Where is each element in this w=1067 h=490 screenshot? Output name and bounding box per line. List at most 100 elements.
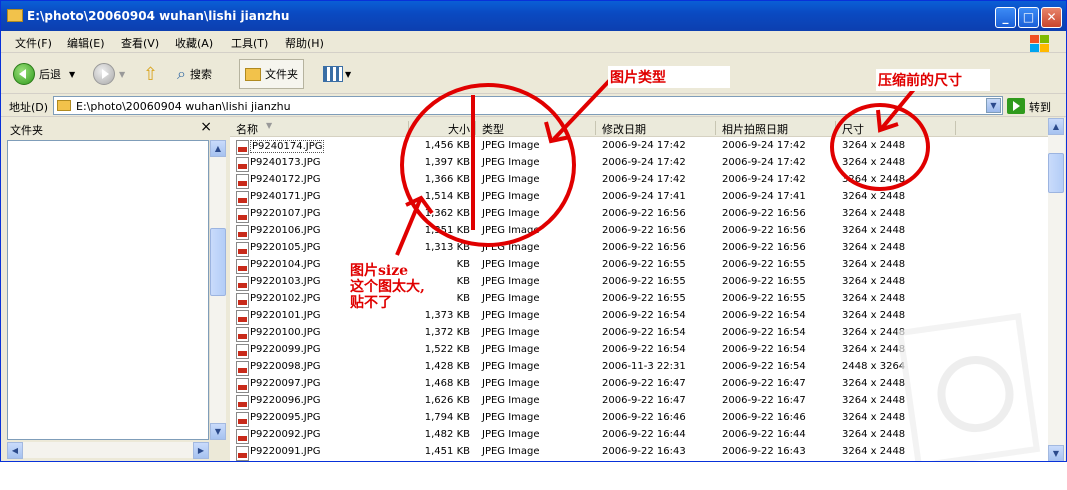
scroll-right-icon[interactable]: ▶ bbox=[193, 442, 209, 459]
file-taken: 2006-9-22 16:54 bbox=[722, 361, 806, 372]
maximize-button[interactable]: □ bbox=[1018, 7, 1039, 28]
file-dimensions: 3264 x 2448 bbox=[842, 327, 906, 338]
folder-pane: 文件夹 × ▲ ▼ ◀ ▶ bbox=[2, 118, 226, 461]
back-label: 后退 bbox=[39, 68, 61, 81]
menu-favorites[interactable]: 收藏(A) bbox=[175, 35, 213, 51]
scroll-thumb[interactable] bbox=[210, 228, 226, 296]
file-size: 1,522 KB bbox=[424, 344, 470, 355]
minimize-button[interactable]: _ bbox=[995, 7, 1016, 28]
file-taken: 2006-9-22 16:47 bbox=[722, 378, 806, 389]
address-value: E:\photo\20060904 wuhan\lishi jianzhu bbox=[76, 100, 291, 113]
file-modified: 2006-9-22 16:54 bbox=[602, 310, 686, 321]
jpeg-file-icon bbox=[236, 259, 249, 274]
go-arrow-icon[interactable] bbox=[1007, 98, 1025, 114]
back-dropdown-icon[interactable]: ▼ bbox=[69, 70, 75, 79]
folder-tree-hscroll[interactable]: ◀ ▶ bbox=[7, 442, 209, 459]
views-icon bbox=[323, 66, 343, 82]
file-type: JPEG Image bbox=[482, 327, 540, 338]
col-type[interactable]: 类型 bbox=[482, 121, 504, 137]
file-dimensions: 3264 x 2448 bbox=[842, 208, 906, 219]
col-modified[interactable]: 修改日期 bbox=[602, 121, 646, 137]
file-size: 1,351 KB bbox=[424, 225, 470, 236]
file-dimensions: 3264 x 2448 bbox=[842, 276, 906, 287]
jpeg-file-icon bbox=[236, 140, 249, 155]
file-modified: 2006-9-22 16:47 bbox=[602, 395, 686, 406]
menu-view[interactable]: 查看(V) bbox=[121, 35, 159, 51]
windows-logo-icon bbox=[1030, 35, 1050, 53]
views-button[interactable]: ▼ bbox=[323, 59, 351, 89]
file-size: 1,397 KB bbox=[424, 157, 470, 168]
table-row[interactable]: P9220106.JPG 1,351 KB JPEG Image 2006-9-22 … bbox=[230, 223, 1048, 240]
folder-tree-vscroll[interactable]: ▲ ▼ bbox=[209, 140, 226, 440]
file-size: 1,428 KB bbox=[424, 361, 470, 372]
file-taken: 2006-9-22 16:55 bbox=[722, 293, 806, 304]
jpeg-file-icon bbox=[236, 378, 249, 393]
table-row[interactable]: P9220107.JPG 1,362 KB JPEG Image 2006-9-22 … bbox=[230, 206, 1048, 223]
file-taken: 2006-9-22 16:54 bbox=[722, 310, 806, 321]
file-modified: 2006-9-22 16:43 bbox=[602, 446, 686, 457]
table-row[interactable]: P9240171.JPG 1,514 KB JPEG Image 2006-9-24 … bbox=[230, 189, 1048, 206]
file-dimensions: 3264 x 2448 bbox=[842, 378, 906, 389]
col-name[interactable]: 名称 bbox=[236, 121, 258, 137]
file-modified: 2006-9-22 16:55 bbox=[602, 259, 686, 270]
scroll-left-icon[interactable]: ◀ bbox=[7, 442, 23, 459]
scroll-up-icon[interactable]: ▲ bbox=[210, 140, 226, 157]
col-separator[interactable] bbox=[408, 121, 409, 135]
col-separator[interactable] bbox=[835, 121, 836, 135]
file-size: 1,372 KB bbox=[424, 327, 470, 338]
file-type: JPEG Image bbox=[482, 242, 540, 253]
jpeg-file-icon bbox=[236, 174, 249, 189]
folder-pane-close-icon[interactable]: × bbox=[200, 119, 212, 135]
table-row[interactable]: P9240173.JPG 1,397 KB JPEG Image 2006-9-24 … bbox=[230, 155, 1048, 172]
col-separator[interactable] bbox=[475, 121, 476, 135]
file-size: 1,313 KB bbox=[424, 242, 470, 253]
col-separator[interactable] bbox=[595, 121, 596, 135]
file-type: JPEG Image bbox=[482, 276, 540, 287]
file-dimensions: 3264 x 2448 bbox=[842, 242, 906, 253]
address-dropdown-icon[interactable]: ▼ bbox=[986, 98, 1001, 113]
scroll-down-icon[interactable]: ▼ bbox=[210, 423, 226, 440]
file-taken: 2006-9-24 17:42 bbox=[722, 140, 806, 151]
file-name: P9220100.JPG bbox=[250, 327, 321, 338]
col-separator[interactable] bbox=[715, 121, 716, 135]
col-separator[interactable] bbox=[955, 121, 956, 135]
back-button[interactable]: 后退 ▼ bbox=[13, 59, 75, 89]
menu-edit[interactable]: 编辑(E) bbox=[67, 35, 105, 51]
file-size: 1,626 KB bbox=[424, 395, 470, 406]
scroll-thumb[interactable] bbox=[1048, 153, 1064, 193]
go-button[interactable]: 转到 bbox=[1029, 99, 1051, 115]
menu-help[interactable]: 帮助(H) bbox=[285, 35, 324, 51]
file-list-vscroll[interactable]: ▲ ▼ bbox=[1048, 118, 1065, 461]
forward-dropdown-icon[interactable]: ▼ bbox=[119, 70, 125, 79]
folder-icon bbox=[7, 9, 23, 22]
file-modified: 2006-9-22 16:54 bbox=[602, 344, 686, 355]
file-type: JPEG Image bbox=[482, 157, 540, 168]
folder-pane-title: 文件夹 bbox=[10, 124, 43, 137]
up-folder-button[interactable]: ⇧ bbox=[143, 59, 158, 89]
scroll-up-icon[interactable]: ▲ bbox=[1048, 118, 1064, 135]
file-name: P9240172.JPG bbox=[250, 174, 321, 185]
col-taken[interactable]: 相片拍照日期 bbox=[722, 121, 788, 137]
title-bar[interactable]: E:\photo\20060904 wuhan\lishi jianzhu _ … bbox=[1, 1, 1066, 31]
file-name: P9220092.JPG bbox=[250, 429, 321, 440]
folder-tree[interactable] bbox=[7, 140, 209, 440]
forward-arrow-icon bbox=[93, 63, 115, 85]
file-taken: 2006-9-22 16:55 bbox=[722, 276, 806, 287]
address-input[interactable]: E:\photo\20060904 wuhan\lishi jianzhu ▼ bbox=[53, 96, 1003, 115]
menu-file[interactable]: 文件(F) bbox=[15, 35, 52, 51]
folder-pane-header: 文件夹 × bbox=[2, 118, 224, 138]
table-row[interactable]: P9240174.JPG 1,456 KB JPEG Image 2006-9-24 … bbox=[230, 138, 1048, 155]
forward-button[interactable]: ▼ bbox=[93, 59, 125, 89]
column-header: 名称 ▼ 大小 类型 修改日期 相片拍照日期 尺寸 bbox=[230, 118, 1048, 137]
file-size: 1,468 KB bbox=[424, 378, 470, 389]
file-name: P9220098.JPG bbox=[250, 361, 321, 372]
scroll-down-icon[interactable]: ▼ bbox=[1048, 445, 1064, 461]
menu-tools[interactable]: 工具(T) bbox=[231, 35, 268, 51]
col-size[interactable]: 大小 bbox=[448, 121, 470, 137]
table-row[interactable]: P9220105.JPG 1,313 KB JPEG Image 2006-9-22 … bbox=[230, 240, 1048, 257]
folders-button[interactable]: 文件夹 bbox=[239, 59, 304, 89]
col-dimensions[interactable]: 尺寸 bbox=[842, 121, 864, 137]
search-button[interactable]: ⌕ 搜索 bbox=[177, 59, 212, 89]
close-button[interactable]: ✕ bbox=[1041, 7, 1062, 28]
table-row[interactable]: P9240172.JPG 1,366 KB JPEG Image 2006-9-24 … bbox=[230, 172, 1048, 189]
